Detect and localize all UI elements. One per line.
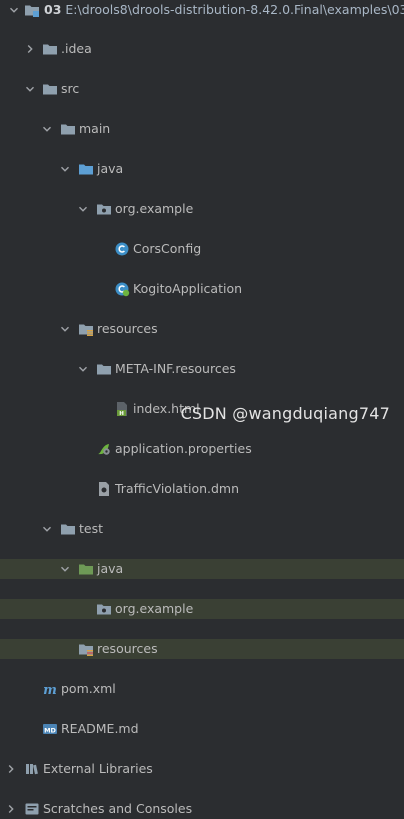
scratches-icon <box>24 799 40 819</box>
tree-row-cors-config[interactable]: CorsConfig <box>0 239 404 259</box>
tree-row-test-resources[interactable]: resources <box>0 639 404 659</box>
maven-icon <box>42 679 58 699</box>
chevron-down-icon[interactable] <box>24 79 36 99</box>
chevron-down-icon[interactable] <box>59 559 71 579</box>
resources-label: resources <box>97 321 158 336</box>
java-label: java <box>97 161 124 176</box>
test-label: test <box>79 521 104 536</box>
folder-icon <box>42 79 58 99</box>
markdown-icon <box>42 719 58 739</box>
main-label: main <box>79 121 111 136</box>
source-folder-icon <box>78 159 94 179</box>
tree-row-application-properties[interactable]: application.properties <box>0 439 404 459</box>
tree-row-test[interactable]: test <box>0 519 404 539</box>
org-example-label: org.example <box>115 201 194 216</box>
tree-row-meta-inf[interactable]: META-INF.resources <box>0 359 404 379</box>
readme-label: README.md <box>61 721 139 736</box>
scratches-label: Scratches and Consoles <box>43 801 193 816</box>
kogito-application-label: KogitoApplication <box>133 281 243 296</box>
test-source-folder-icon <box>78 559 94 579</box>
idea-name: idea <box>64 41 92 56</box>
traffic-violation-label: TrafficViolation.dmn <box>115 481 240 496</box>
tree-row-pom[interactable]: pom.xml <box>0 679 404 699</box>
tree-row-src[interactable]: src <box>0 79 404 99</box>
project-tree: 03 E:\drools8\drools-distribution-8.42.0… <box>0 0 404 816</box>
libraries-icon <box>24 759 40 779</box>
chevron-down-icon[interactable] <box>59 159 71 179</box>
test-resources-label: resources <box>97 641 158 656</box>
root-label: 03 E:\drools8\drools-distribution-8.42.0… <box>44 0 404 20</box>
cors-config-label: CorsConfig <box>133 241 202 256</box>
test-resources-folder-icon <box>78 639 94 659</box>
chevron-right-icon[interactable] <box>5 799 17 819</box>
folder-icon <box>60 119 76 139</box>
spring-properties-icon <box>96 439 112 459</box>
test-org-example-label: org.example <box>115 601 194 616</box>
tree-row-external-libraries[interactable]: External Libraries <box>0 759 404 779</box>
test-java-label: java <box>97 561 124 576</box>
chevron-right-icon[interactable] <box>24 39 36 59</box>
chevron-down-icon[interactable] <box>8 0 20 20</box>
application-properties-label: application.properties <box>115 441 252 456</box>
html-file-icon <box>114 399 130 419</box>
chevron-down-icon[interactable] <box>77 359 89 379</box>
src-label: src <box>61 81 80 96</box>
spring-class-icon <box>114 279 130 299</box>
external-libraries-label: External Libraries <box>43 761 153 776</box>
watermark-text: CSDN @wangduqiang747 <box>180 404 390 423</box>
root-name: 03 <box>44 2 62 17</box>
package-icon <box>96 599 112 619</box>
tree-row-root[interactable]: 03 E:\drools8\drools-distribution-8.42.0… <box>0 0 404 20</box>
tree-row-scratches[interactable]: Scratches and Consoles <box>0 799 404 819</box>
tree-row-java[interactable]: java <box>0 159 404 179</box>
chevron-down-icon[interactable] <box>77 199 89 219</box>
dmn-file-icon <box>96 479 112 499</box>
chevron-down-icon[interactable] <box>41 519 53 539</box>
tree-row-readme[interactable]: README.md <box>0 719 404 739</box>
tree-row-resources[interactable]: resources <box>0 319 404 339</box>
tree-row-test-org-example[interactable]: org.example <box>0 599 404 619</box>
class-icon <box>114 239 130 259</box>
folder-icon <box>96 359 112 379</box>
tree-row-org-example[interactable]: org.example <box>0 199 404 219</box>
tree-row-traffic-violation[interactable]: TrafficViolation.dmn <box>0 479 404 499</box>
chevron-down-icon[interactable] <box>41 119 53 139</box>
tree-row-test-java[interactable]: java <box>0 559 404 579</box>
tree-row-kogito-application[interactable]: KogitoApplication <box>0 279 404 299</box>
package-icon <box>96 199 112 219</box>
chevron-down-icon[interactable] <box>59 319 71 339</box>
meta-inf-label: META-INF.resources <box>115 361 236 376</box>
folder-icon <box>60 519 76 539</box>
idea-label: .idea <box>61 39 92 59</box>
tree-row-main[interactable]: main <box>0 119 404 139</box>
chevron-right-icon[interactable] <box>5 759 17 779</box>
tree-row-idea[interactable]: .idea <box>0 39 404 59</box>
module-folder-icon <box>24 0 40 20</box>
folder-icon <box>42 39 58 59</box>
resources-folder-icon <box>78 319 94 339</box>
pom-label: pom.xml <box>61 681 116 696</box>
root-path: E:\drools8\drools-distribution-8.42.0.Fi… <box>65 2 404 17</box>
